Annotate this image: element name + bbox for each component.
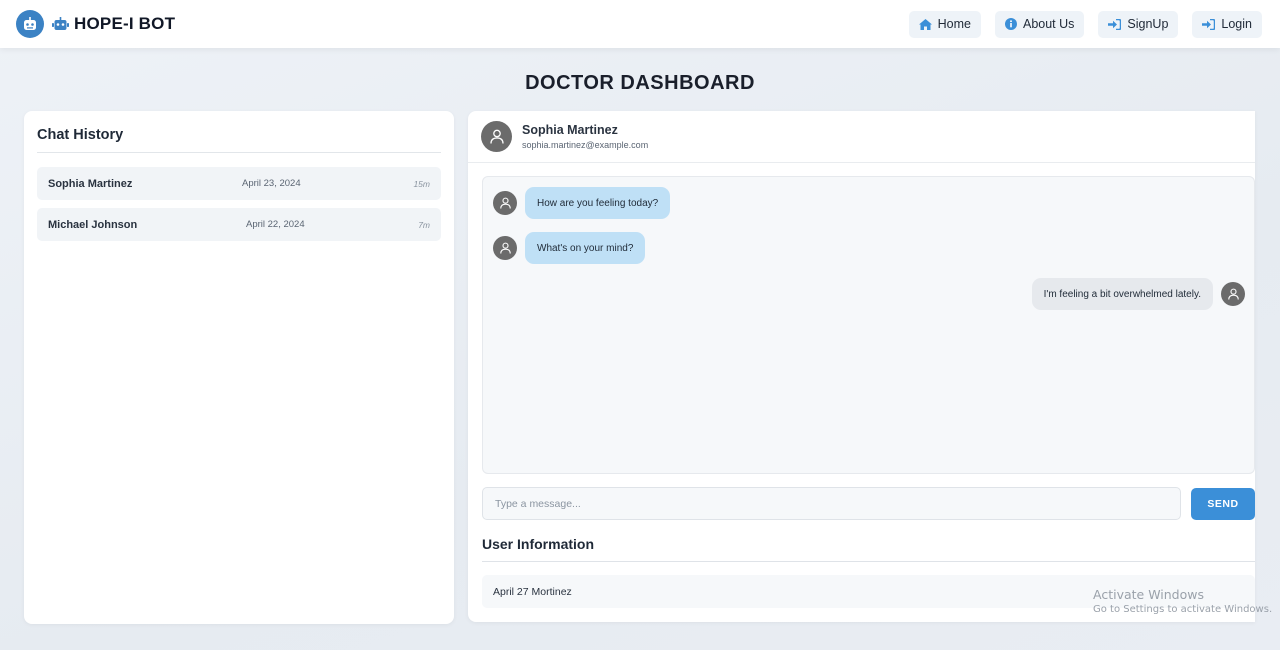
message-composer: SEND [482,487,1255,520]
nav-home-label: Home [937,17,971,31]
nav-signup-button[interactable]: SignUp [1098,10,1179,38]
history-item-name: Michael Johnson [48,218,138,231]
user-icon [499,242,511,254]
incoming-message: How are you feeling today? [493,187,671,219]
home-icon [918,18,932,30]
brand[interactable]: HOPE-I BOT [16,10,175,38]
history-item-duration: 7m [418,219,430,230]
robot-logo-icon [16,10,44,38]
history-item-duration: 15m [413,178,430,189]
chat-header: Sophia Martinez sophia.martinez@example.… [468,111,1255,163]
nav-signup-label: SignUp [1127,17,1169,31]
nav-about-button[interactable]: About Us [994,10,1085,38]
nav-login-button[interactable]: Login [1192,10,1262,38]
chat-panel: Sophia Martinez sophia.martinez@example.… [468,111,1255,622]
navbar: HOPE-I BOT Home About Us SignUp Login [0,0,1280,48]
nav-login-label: Login [1221,17,1252,31]
watermark-title: Activate Windows [1093,587,1204,602]
brand-title-wrap: HOPE-I BOT [52,14,175,34]
chat-user-details: Sophia Martinez sophia.martinez@example.… [522,123,648,150]
message-bubble: I'm feeling a bit overwhelmed lately. [1031,278,1213,310]
message-input[interactable] [482,487,1181,520]
user-icon [1227,288,1239,300]
message-bubble: What's on your mind? [525,232,646,264]
send-button[interactable]: SEND [1191,488,1255,520]
outgoing-message: I'm feeling a bit overwhelmed lately. [1031,278,1245,310]
chat-history-list: Sophia Martinez April 23, 2024 15m Micha… [37,167,441,241]
page-title: DOCTOR DASHBOARD [525,72,755,94]
incoming-message: What's on your mind? [493,232,646,264]
nav-home-button[interactable]: Home [908,10,981,38]
chat-history-item[interactable]: Michael Johnson April 22, 2024 7m [37,208,441,241]
info-icon [1004,18,1017,30]
chat-user-email: sophia.martinez@example.com [522,140,649,150]
user-icon [499,197,511,209]
nav-links: Home About Us SignUp Login [908,10,1262,38]
avatar [493,191,517,215]
user-icon [489,129,504,144]
watermark-subtitle: Go to Settings to activate Windows. [1093,604,1273,615]
sign-in-icon [1108,18,1122,30]
chat-history-item[interactable]: Sophia Martinez April 23, 2024 15m [37,167,441,200]
nav-about-label: About Us [1022,17,1075,31]
chat-history-panel: Chat History Sophia Martinez April 23, 2… [24,111,454,624]
activate-windows-watermark: Activate Windows Go to Settings to activ… [1093,587,1272,615]
history-item-date: April 22, 2024 [246,219,305,230]
robot-icon [52,17,69,30]
messages-area[interactable]: How are you feeling today? What's on you… [482,176,1255,474]
history-item-date: April 23, 2024 [242,178,301,189]
chat-user-name: Sophia Martinez [522,123,618,137]
history-item-name: Sophia Martinez [48,177,133,190]
sign-in-icon [1202,18,1216,30]
chat-history-heading: Chat History [37,127,441,153]
user-information-heading: User Information [482,536,1255,562]
avatar [493,236,517,260]
avatar [481,121,512,152]
message-bubble: How are you feeling today? [525,187,671,219]
avatar [1221,282,1245,306]
brand-title: HOPE-I BOT [74,14,176,33]
